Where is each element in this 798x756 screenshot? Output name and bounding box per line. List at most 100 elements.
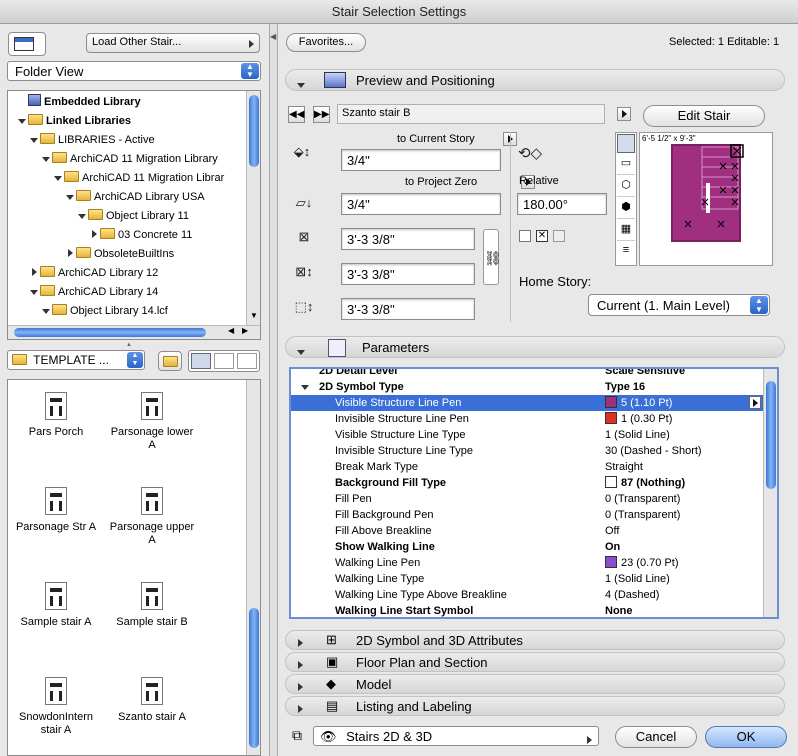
parameter-row[interactable]: Walking Line Type Above Breakline 4 (Dash…	[291, 587, 763, 603]
section-view-icon[interactable]: ▭	[617, 156, 635, 175]
parameter-row[interactable]: Fill Pen 0 (Transparent)	[291, 491, 763, 507]
object-item[interactable]: Sample stair A	[8, 582, 104, 629]
folder-up-button[interactable]	[158, 351, 182, 371]
expand-down-icon[interactable]	[76, 207, 88, 226]
prev-stair-button[interactable]: ◀◀	[288, 106, 305, 123]
expand-down-icon[interactable]	[40, 302, 52, 321]
parameter-row[interactable]: Show Walking Line On	[291, 539, 763, 555]
cancel-button[interactable]: Cancel	[615, 726, 697, 748]
tree-item[interactable]: Object Library 14.lcf	[40, 302, 168, 321]
ok-button[interactable]: OK	[705, 726, 787, 748]
object-item[interactable]: Szanto stair A	[104, 677, 200, 724]
expand-down-icon[interactable]	[40, 150, 52, 169]
object-item[interactable]: Parsonage lower A	[104, 392, 200, 452]
home-story-select[interactable]: Current (1. Main Level) ▲ ▼	[588, 294, 770, 316]
collapsed-section-header[interactable]: ▤ Listing and Labeling	[285, 696, 785, 716]
small-icons-view-icon[interactable]	[214, 353, 234, 369]
parameter-row[interactable]: Visible Structure Line Type 1 (Solid Line…	[291, 427, 763, 443]
parameter-row[interactable]: Fill Background Pen 0 (Transparent)	[291, 507, 763, 523]
tree-item[interactable]: LIBRARIES - Active	[28, 131, 155, 150]
tree-hscroll-thumb[interactable]	[14, 328, 206, 337]
tree-item[interactable]: ArchiCAD Library USA	[64, 188, 205, 207]
offset-current-story-input[interactable]: 3/4"	[341, 149, 501, 171]
tree-item[interactable]: Embedded Library	[16, 93, 141, 112]
expand-right-icon[interactable]	[28, 264, 40, 283]
tree-item[interactable]: ObsoleteBuiltIns	[64, 245, 174, 264]
dimension-z-input[interactable]: 3'-3 3/8"	[341, 298, 475, 320]
grid-scroll-thumb[interactable]	[249, 608, 259, 748]
parameter-row[interactable]: Break Mark Type Straight	[291, 459, 763, 475]
list-view-icon[interactable]	[237, 353, 257, 369]
offset-project-zero-input[interactable]: 3/4"	[341, 193, 501, 215]
tree-scroll-thumb[interactable]	[249, 95, 259, 167]
mirror-y-checkbox[interactable]	[553, 230, 565, 242]
dimension-y-input[interactable]: 3'-3 3/8"	[341, 263, 475, 285]
object-item[interactable]: Parsonage upper A	[104, 487, 200, 547]
load-other-stair-button[interactable]: Load Other Stair...	[86, 33, 260, 53]
tree-item[interactable]: ArchiCAD 11 Migration Library	[40, 150, 218, 169]
template-select[interactable]: TEMPLATE ... ▲ ▼	[7, 350, 145, 370]
favorites-button[interactable]: Favorites...	[286, 33, 366, 52]
expand-right-icon[interactable]	[64, 245, 76, 264]
parameters-section-header[interactable]: Parameters	[285, 336, 785, 358]
tree-item[interactable]: 03 Concrete 11	[88, 226, 192, 245]
pane-divider[interactable]: ◀	[270, 24, 278, 756]
collapse-icon[interactable]: ◀	[270, 32, 276, 41]
next-stair-button[interactable]: ▶▶	[313, 106, 330, 123]
splitter-handle[interactable]: ▲	[126, 342, 134, 348]
parameter-row[interactable]: 2D Detail Level Scale Sensitive	[291, 369, 763, 379]
collapsed-section-header[interactable]: ▣ Floor Plan and Section	[285, 652, 785, 672]
object-item[interactable]: Parsonage Str A	[8, 487, 104, 534]
expand-down-icon[interactable]	[64, 188, 76, 207]
tree-scrollbar-vertical[interactable]: ▲ ▼	[246, 91, 260, 327]
mirror-x-checkbox[interactable]: ✕	[536, 230, 548, 242]
chain-link-icon[interactable]: ⛓	[483, 229, 502, 285]
scroll-right-icon[interactable]: ▶	[242, 326, 248, 335]
object-item[interactable]: Pars Porch	[8, 392, 104, 439]
tree-item[interactable]: Object Library 11	[76, 207, 189, 226]
parameters-scroll-thumb[interactable]	[766, 381, 776, 489]
object-item[interactable]: Sample stair B	[104, 582, 200, 629]
dimension-x-input[interactable]: 3'-3 3/8"	[341, 228, 475, 250]
expand-right-icon[interactable]	[88, 226, 100, 245]
value-menu-arrow[interactable]	[749, 396, 761, 409]
tree-item[interactable]: Linked Libraries	[16, 112, 131, 131]
collapsed-section-header[interactable]: ⊞ 2D Symbol and 3D Attributes	[285, 630, 785, 650]
large-icons-view-icon[interactable]	[191, 353, 211, 369]
scroll-left-icon[interactable]: ◀	[228, 326, 234, 335]
plan-view-icon[interactable]	[617, 134, 635, 153]
expand-down-icon[interactable]	[52, 169, 64, 188]
list-params-icon[interactable]: ≡	[617, 244, 635, 263]
parameter-row[interactable]: 2D Symbol Type Type 16	[291, 379, 763, 395]
grid-scrollbar-vertical[interactable]	[246, 380, 260, 755]
parameters-scrollbar[interactable]	[763, 369, 777, 617]
rotation-angle-input[interactable]: 180.00°	[517, 193, 607, 215]
preview-section-header[interactable]: Preview and Positioning	[285, 69, 785, 91]
mirror-checkbox[interactable]	[519, 230, 531, 242]
parameter-row[interactable]: Visible Structure Line Pen 5 (1.10 Pt)	[291, 395, 763, 411]
3d-view-icon[interactable]: ⬢	[617, 200, 635, 219]
axon-view-icon[interactable]: ⬡	[617, 178, 635, 197]
edit-stair-button[interactable]: Edit Stair	[643, 105, 765, 127]
stair-menu-arrow[interactable]	[617, 107, 631, 121]
folder-view-select[interactable]: Folder View ▲ ▼	[7, 61, 261, 81]
layer-select[interactable]: 👁 Stairs 2D & 3D	[313, 726, 599, 746]
film-view-icon[interactable]: ▦	[617, 222, 635, 241]
expand-down-icon[interactable]	[28, 283, 40, 302]
collapsed-section-header[interactable]: ◆ Model	[285, 674, 785, 694]
expand-down-icon[interactable]	[28, 131, 40, 150]
scroll-down-icon[interactable]: ▼	[250, 311, 258, 320]
parameter-row[interactable]: Fill Above Breakline Off	[291, 523, 763, 539]
tree-item[interactable]: ArchiCAD 11 Migration Librar	[52, 169, 224, 188]
parameter-row[interactable]: Background Fill Type 87 (Nothing)	[291, 475, 763, 491]
tree-item[interactable]: ArchiCAD Library 12	[28, 264, 158, 283]
parameter-row[interactable]: Walking Line Start Symbol None	[291, 603, 763, 617]
parameter-row[interactable]: Invisible Structure Line Pen 1 (0.30 Pt)	[291, 411, 763, 427]
expand-down-icon[interactable]	[301, 379, 309, 395]
view-mode-button[interactable]	[8, 32, 46, 56]
tree-scrollbar-horizontal[interactable]: ◀ ▶	[8, 325, 260, 339]
tree-item[interactable]: ArchiCAD Library 14	[28, 283, 158, 302]
parameter-row[interactable]: Invisible Structure Line Type 30 (Dashed …	[291, 443, 763, 459]
parameter-row[interactable]: Walking Line Pen 23 (0.70 Pt)	[291, 555, 763, 571]
expand-down-icon[interactable]	[16, 112, 28, 131]
